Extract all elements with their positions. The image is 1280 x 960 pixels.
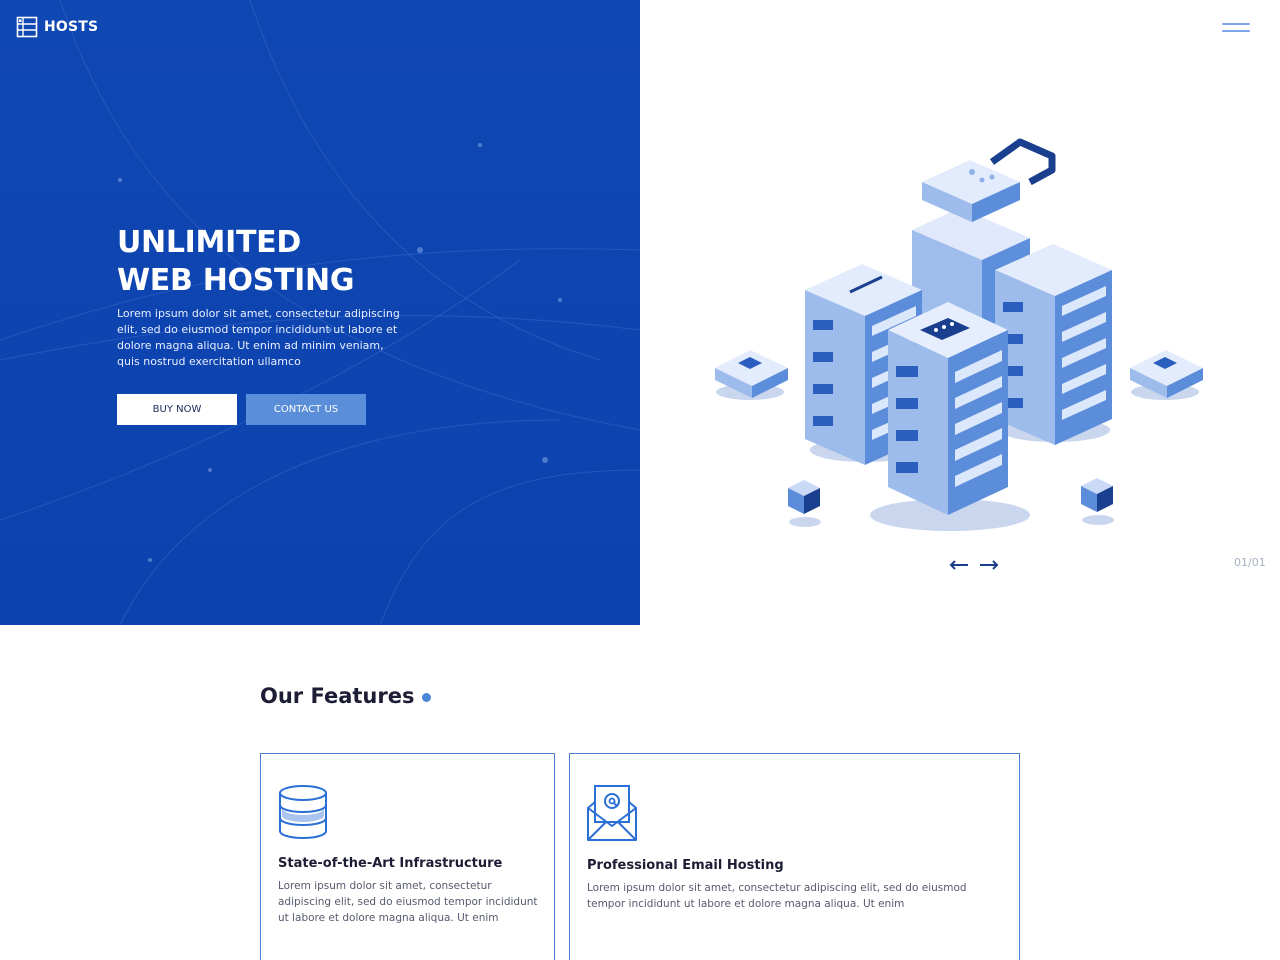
contact-us-button[interactable]: CONTACT US [246,394,366,425]
hero-title: UNLIMITED WEB HOSTING [117,224,354,300]
hamburger-menu-icon[interactable] [1222,22,1250,34]
database-icon [279,785,327,840]
hero-banner: HOSTS UNLIMITED WEB HOSTING Lorem ipsum … [0,0,640,625]
feature-card-infrastructure: State-of-the-Art Infrastructure Lorem ip… [260,753,555,960]
logo[interactable]: HOSTS [16,16,98,38]
hero-title-line2: WEB HOSTING [117,263,355,298]
heading-dot [422,693,432,702]
feature-card-email: Professional Email Hosting Lorem ipsum d… [569,753,1020,960]
card-title: State-of-the-Art Infrastructure [278,856,503,871]
slide-counter: 01/01 [1234,556,1266,569]
features-heading-text: Our Features [260,684,415,708]
arrow-left-icon[interactable] [948,558,970,572]
buy-now-button[interactable]: BUY NOW [117,394,237,425]
hero-title-line1: UNLIMITED [117,225,301,260]
features-heading: Our Features [260,684,432,708]
hero-description: Lorem ipsum dolor sit amet, consectetur … [117,307,400,368]
server-racks-illustration [715,138,1203,531]
server-list-icon [16,16,38,38]
card-title: Professional Email Hosting [587,858,784,873]
slider-arrows [948,558,1000,572]
card-text: Lorem ipsum dolor sit amet, consectetur … [278,880,538,924]
email-envelope-icon [587,785,637,841]
arrow-right-icon[interactable] [978,558,1000,572]
logo-text: HOSTS [44,19,99,35]
card-text: Lorem ipsum dolor sit amet, consectetur … [587,882,967,910]
